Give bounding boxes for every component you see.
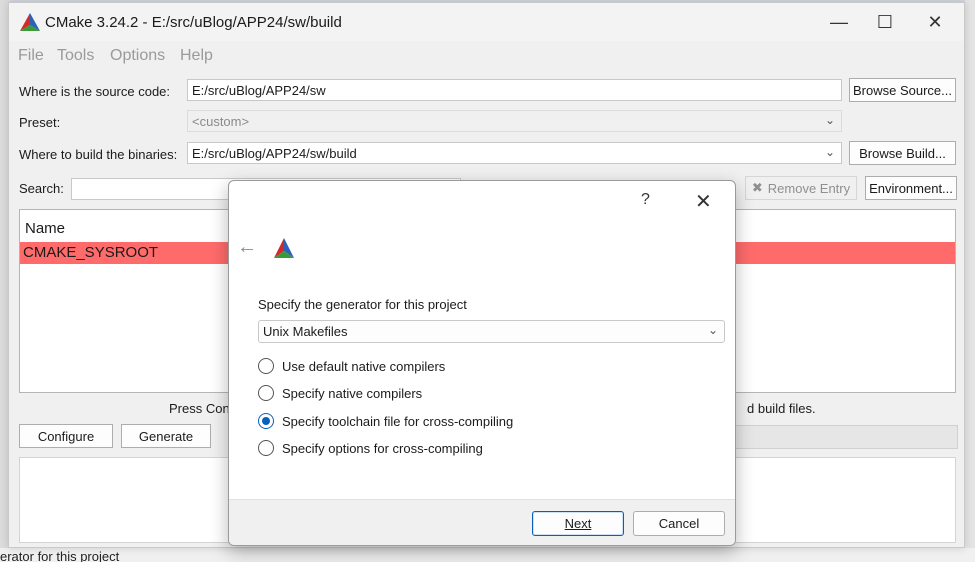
radio-button[interactable]: [258, 440, 274, 456]
next-button[interactable]: Next: [532, 511, 624, 536]
window-title: CMake 3.24.2 - E:/src/uBlog/APP24/sw/bui…: [45, 14, 342, 31]
source-label: Where is the source code:: [19, 84, 171, 99]
cmake-logo-icon: [274, 238, 294, 258]
preset-label: Preset:: [19, 115, 61, 130]
radio-label: Specify toolchain file for cross-compili…: [282, 413, 514, 429]
menu-options[interactable]: Options: [110, 47, 165, 65]
generator-dialog: ? ✕ ← Specify the generator for this pro…: [228, 180, 736, 546]
next-label: Next: [564, 516, 592, 531]
background-text: erator for this project: [0, 549, 120, 562]
build-path-combo[interactable]: E:/src/uBlog/APP24/sw/build ⌄: [187, 142, 842, 164]
generator-prompt: Specify the generator for this project: [258, 297, 467, 312]
progress-bar: [724, 425, 958, 449]
source-path-input[interactable]: E:/src/uBlog/APP24/sw: [187, 79, 842, 101]
generate-button[interactable]: Generate: [121, 424, 211, 448]
title-bar: CMake 3.24.2 - E:/src/uBlog/APP24/sw/bui…: [9, 3, 964, 41]
status-text-left: Press Cont: [169, 401, 234, 416]
background-window-bottom: [0, 548, 975, 562]
status-text-right: d build files.: [747, 401, 816, 416]
radio-label: Specify native compilers: [282, 385, 423, 401]
radio-cross-options[interactable]: Specify options for cross-compiling: [258, 438, 483, 458]
menu-file[interactable]: File: [18, 47, 44, 65]
dialog-footer: Next Cancel: [229, 499, 735, 545]
close-dialog-button[interactable]: ✕: [695, 189, 712, 214]
radio-default-compilers[interactable]: Use default native compilers: [258, 356, 445, 376]
menu-bar: File Tools Options Help: [9, 41, 964, 69]
search-label: Search:: [19, 181, 64, 196]
radio-button[interactable]: [258, 385, 274, 401]
cmake-logo-icon: [20, 13, 40, 31]
menu-tools[interactable]: Tools: [57, 47, 94, 65]
radio-native-compilers[interactable]: Specify native compilers: [258, 383, 422, 403]
generator-select[interactable]: Unix Makefiles ⌄: [258, 320, 725, 343]
chevron-down-icon: ⌄: [824, 113, 835, 127]
browse-source-button[interactable]: Browse Source...: [849, 78, 956, 102]
close-window-button[interactable]: ✕: [912, 3, 958, 41]
cancel-button[interactable]: Cancel: [633, 511, 725, 536]
menu-help[interactable]: Help: [180, 47, 213, 65]
background-window-strip-right: [965, 0, 975, 562]
chevron-down-icon: ⌄: [824, 145, 835, 159]
remove-entry-button[interactable]: ✖ Remove Entry: [745, 176, 857, 200]
back-arrow-icon[interactable]: ←: [237, 236, 257, 259]
cache-entry-name: CMAKE_SYSROOT: [23, 244, 159, 261]
build-path-value: E:/src/uBlog/APP24/sw/build: [192, 146, 357, 161]
preset-select[interactable]: <custom> ⌄: [187, 110, 842, 132]
build-label: Where to build the binaries:: [19, 147, 178, 162]
radio-button-selected[interactable]: [258, 413, 274, 429]
preset-value: <custom>: [192, 114, 250, 129]
radio-label: Use default native compilers: [282, 358, 446, 374]
radio-label: Specify options for cross-compiling: [282, 440, 483, 456]
help-button[interactable]: ?: [641, 191, 650, 209]
remove-icon: ✖: [751, 180, 763, 195]
radio-button[interactable]: [258, 358, 274, 374]
chevron-down-icon: ⌄: [707, 323, 718, 337]
minimize-button[interactable]: —: [816, 3, 862, 41]
column-header-name[interactable]: Name: [25, 220, 65, 237]
environment-button[interactable]: Environment...: [865, 176, 957, 200]
maximize-button[interactable]: ☐: [862, 3, 908, 41]
browse-build-button[interactable]: Browse Build...: [849, 141, 956, 165]
generator-value: Unix Makefiles: [263, 324, 348, 339]
remove-entry-label: Remove Entry: [767, 180, 851, 196]
configure-button[interactable]: Configure: [19, 424, 113, 448]
radio-toolchain-file[interactable]: Specify toolchain file for cross-compili…: [258, 411, 513, 431]
